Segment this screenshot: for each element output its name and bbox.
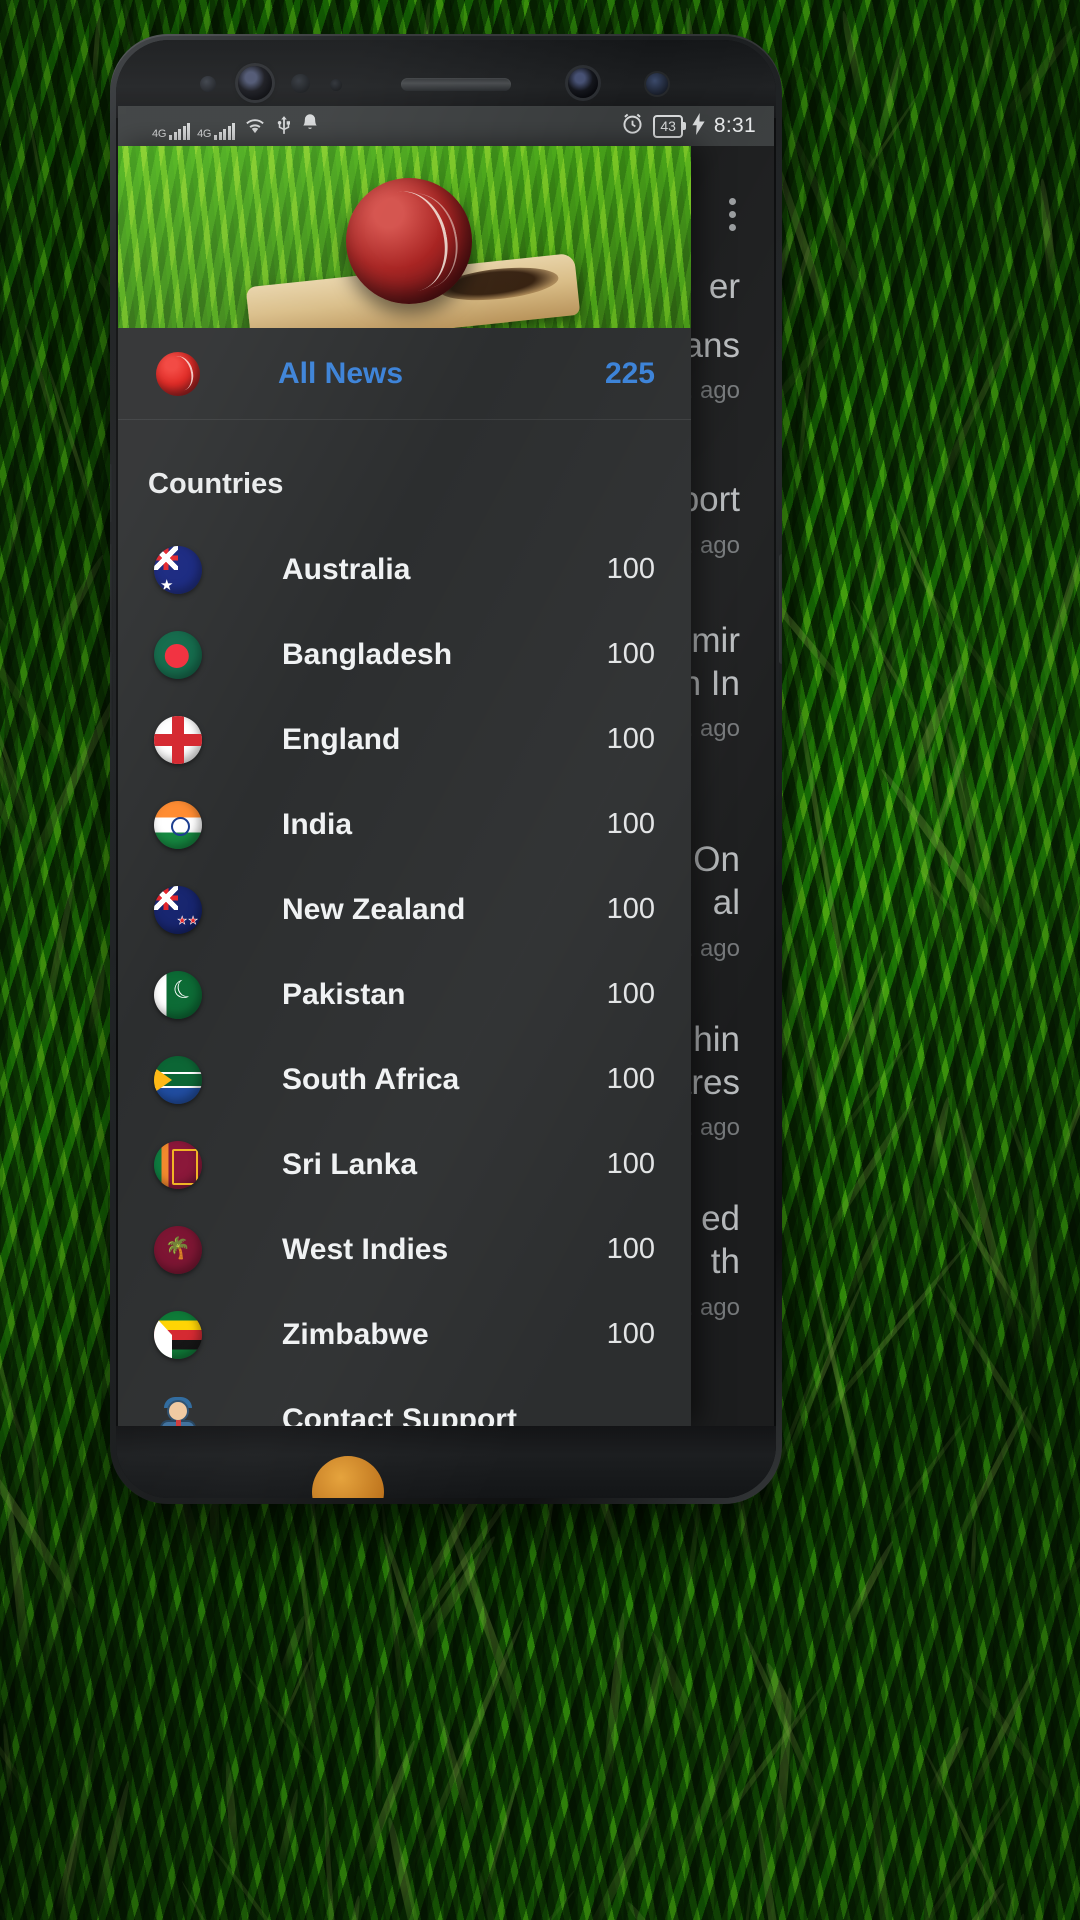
iris-sensor-icon xyxy=(291,74,310,93)
country-count: 100 xyxy=(607,808,655,841)
battery-icon: 43 xyxy=(653,115,683,138)
country-count: 100 xyxy=(607,638,655,671)
drawer-item-country[interactable]: Zimbabwe 100 xyxy=(118,1292,691,1377)
section-title-countries: Countries xyxy=(118,420,691,527)
usb-icon xyxy=(275,115,293,140)
network-type-label-2: 4G xyxy=(197,129,211,140)
flag-bangladesh-icon xyxy=(154,631,202,679)
cricket-ball-icon xyxy=(346,178,472,304)
drawer-item-label: Contact Support xyxy=(282,1403,655,1427)
phone-device: 4G 4G 43 8:31 er ians nin. ago sport nin… xyxy=(110,34,782,1504)
earpiece-speaker xyxy=(401,78,511,91)
iris-camera-icon xyxy=(568,68,598,98)
flag-pakistan-icon xyxy=(154,971,202,1019)
country-list: Australia100Bangladesh100England100India… xyxy=(118,527,691,1377)
proximity-sensor-icon xyxy=(200,76,216,92)
status-bar-right: 43 8:31 xyxy=(621,112,756,140)
country-name: West Indies xyxy=(282,1233,607,1267)
country-name: South Africa xyxy=(282,1063,607,1097)
status-bar-left: 4G 4G xyxy=(152,113,621,140)
power-button[interactable] xyxy=(779,554,782,664)
country-name: England xyxy=(282,723,607,757)
drawer-item-country[interactable]: South Africa 100 xyxy=(118,1037,691,1122)
country-count: 100 xyxy=(607,1233,655,1266)
country-count: 100 xyxy=(607,1318,655,1351)
signal-4g-icon-2: 4G xyxy=(197,123,235,140)
drawer-item-country[interactable]: Sri Lanka 100 xyxy=(118,1122,691,1207)
country-name: Zimbabwe xyxy=(282,1318,607,1352)
phone-bottom-bezel xyxy=(116,1426,776,1498)
drawer-item-all-news[interactable]: All News 225 xyxy=(118,328,691,420)
drawer-item-country[interactable]: New Zealand100 xyxy=(118,867,691,952)
drawer-item-country[interactable]: Australia100 xyxy=(118,527,691,612)
country-name: Bangladesh xyxy=(282,638,607,672)
phone-screen: 4G 4G 43 8:31 er ians nin. ago sport nin… xyxy=(118,106,774,1426)
charging-bolt-icon xyxy=(692,113,705,140)
overflow-menu-icon[interactable] xyxy=(729,198,736,231)
flag-sri-lanka-icon xyxy=(154,1141,202,1189)
drawer-item-label: All News xyxy=(278,357,605,391)
status-bar-clock: 8:31 xyxy=(714,114,756,138)
drawer-item-contact-support[interactable]: SUPPORT Contact Support xyxy=(118,1377,691,1426)
drawer-item-count: 225 xyxy=(605,357,655,391)
alarm-icon xyxy=(621,112,644,140)
light-sensor-icon xyxy=(646,73,668,95)
front-camera-icon xyxy=(238,66,272,100)
volume-up-button[interactable] xyxy=(110,544,113,630)
country-count: 100 xyxy=(607,1148,655,1181)
network-type-label-1: 4G xyxy=(152,129,166,140)
country-count: 100 xyxy=(607,723,655,756)
country-name: Pakistan xyxy=(282,978,607,1012)
flag-india-icon xyxy=(154,801,202,849)
drawer-item-country[interactable]: Bangladesh 100 xyxy=(118,612,691,697)
drawer-header-image xyxy=(118,146,691,328)
country-name: Australia xyxy=(282,553,607,587)
bixby-button[interactable] xyxy=(110,464,113,522)
country-count: 100 xyxy=(607,978,655,1011)
drawer-item-country[interactable]: Pakistan100 xyxy=(118,952,691,1037)
flag-south-africa-icon xyxy=(154,1056,202,1104)
volume-down-button[interactable] xyxy=(110,652,113,738)
navigation-drawer: All News 225 Countries Australia100Bangl… xyxy=(118,146,691,1426)
country-name: Sri Lanka xyxy=(282,1148,607,1182)
status-bar: 4G 4G 43 8:31 xyxy=(118,106,774,146)
flag-australia-icon xyxy=(154,546,202,594)
country-name: New Zealand xyxy=(282,893,607,927)
signal-4g-icon: 4G xyxy=(152,123,190,140)
flag-west-indies-icon xyxy=(154,1226,202,1274)
country-count: 100 xyxy=(607,1063,655,1096)
country-count: 100 xyxy=(607,893,655,926)
notification-bell-icon xyxy=(300,113,320,140)
led-indicator-icon xyxy=(330,79,342,91)
drawer-item-country[interactable]: England 100 xyxy=(118,697,691,782)
country-name: India xyxy=(282,808,607,842)
flag-zimbabwe-icon xyxy=(154,1311,202,1359)
drawer-item-country[interactable]: West Indies100 xyxy=(118,1207,691,1292)
flag-new-zealand-icon xyxy=(154,886,202,934)
cricket-ball-icon xyxy=(156,352,200,396)
drawer-item-country[interactable]: India 100 xyxy=(118,782,691,867)
country-count: 100 xyxy=(607,553,655,586)
flag-england-icon xyxy=(154,716,202,764)
support-agent-icon: SUPPORT xyxy=(154,1396,202,1427)
wifi-icon xyxy=(242,115,268,140)
